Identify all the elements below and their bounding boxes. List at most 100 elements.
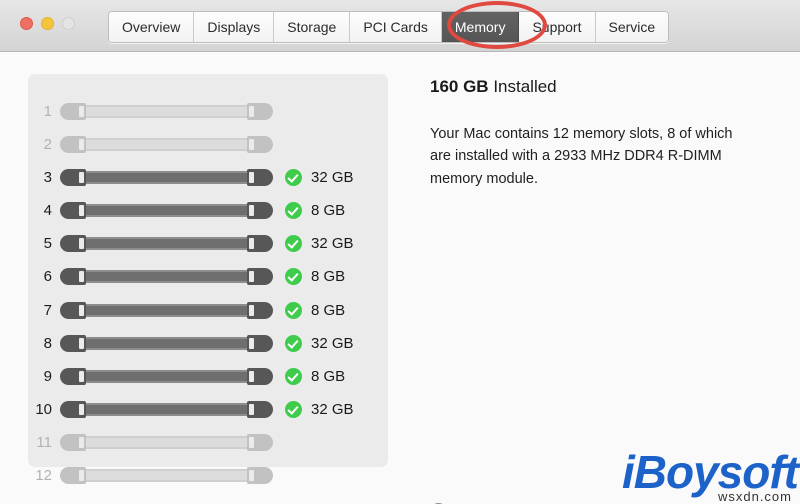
dimm-body xyxy=(85,403,248,416)
memory-slot-status: 8 GB xyxy=(285,268,345,285)
dimm-body xyxy=(85,105,248,118)
memory-slot-row: 68 GB xyxy=(28,260,388,293)
dimm-cap-left xyxy=(60,235,86,252)
memory-slot-number: 4 xyxy=(28,202,60,219)
memory-slot-status: 8 GB xyxy=(285,302,345,319)
memory-module-icon xyxy=(60,235,273,252)
memory-slot-size: 32 GB xyxy=(311,235,354,252)
memory-slot-number: 3 xyxy=(28,169,60,186)
check-circle-icon xyxy=(285,302,302,319)
memory-slot-status: 32 GB xyxy=(285,235,354,252)
dimm-cap-left xyxy=(60,368,86,385)
check-circle-icon xyxy=(285,202,302,219)
window-titlebar: OverviewDisplaysStoragePCI CardsMemorySu… xyxy=(0,0,800,52)
installed-summary: 160 GB Installed xyxy=(430,77,770,97)
dimm-cap-left xyxy=(60,103,86,120)
dimm-cap-left xyxy=(60,136,86,153)
window-controls xyxy=(20,17,75,30)
dimm-cap-left xyxy=(60,202,86,219)
memory-slot-row: 11 xyxy=(28,426,388,459)
memory-slot-row: 2 xyxy=(28,128,388,161)
empty-slot-icon xyxy=(60,467,273,484)
dimm-body xyxy=(85,237,248,250)
memory-slot-size: 8 GB xyxy=(311,368,345,385)
dimm-cap-right xyxy=(247,434,273,451)
check-circle-icon xyxy=(285,401,302,418)
dimm-cap-left xyxy=(60,467,86,484)
dimm-cap-left xyxy=(60,302,86,319)
tab-support[interactable]: Support xyxy=(519,12,595,42)
dimm-cap-right xyxy=(247,302,273,319)
memory-slot-status: 8 GB xyxy=(285,202,345,219)
tab-service[interactable]: Service xyxy=(596,12,669,42)
dimm-cap-right xyxy=(247,235,273,252)
dimm-cap-right xyxy=(247,136,273,153)
dimm-cap-right xyxy=(247,169,273,186)
memory-slot-number: 12 xyxy=(28,467,60,484)
memory-slot-size: 8 GB xyxy=(311,302,345,319)
memory-slot-row: 4 8 GB xyxy=(28,194,388,227)
dimm-cap-right xyxy=(247,268,273,285)
memory-module-icon xyxy=(60,302,273,319)
dimm-cap-left xyxy=(60,268,86,285)
memory-slot-row: 832 GB xyxy=(28,327,388,360)
memory-slot-status: 32 GB xyxy=(285,169,354,186)
system-information-window: OverviewDisplaysStoragePCI CardsMemorySu… xyxy=(0,0,800,504)
memory-slot-number: 11 xyxy=(28,434,60,451)
memory-slot-size: 32 GB xyxy=(311,169,354,186)
memory-slot-size: 8 GB xyxy=(311,268,345,285)
memory-module-icon xyxy=(60,401,273,418)
watermark: iBoysoft wsxdn.com xyxy=(622,449,798,503)
dimm-cap-left xyxy=(60,169,86,186)
dimm-cap-left xyxy=(60,335,86,352)
check-circle-icon xyxy=(285,368,302,385)
memory-slots-panel: 1 2 3 32 GB 4 8 GB 5 32 GB 68 GB 7 8 GB 832 GB98 G… xyxy=(28,74,388,467)
dimm-cap-right xyxy=(247,368,273,385)
check-circle-icon xyxy=(285,268,302,285)
memory-slot-row: 98 GB xyxy=(28,360,388,393)
dimm-body xyxy=(85,171,248,184)
memory-pane: 12332 GB48 GB532 GB68 GB 78 GB832 GB98 G… xyxy=(0,53,800,504)
dimm-body xyxy=(85,337,248,350)
memory-slot-status: 8 GB xyxy=(285,368,345,385)
memory-slot-number: 5 xyxy=(28,235,60,252)
tab-displays[interactable]: Displays xyxy=(194,12,274,42)
memory-slot-size: 32 GB xyxy=(311,335,354,352)
memory-slot-status: 32 GB xyxy=(285,401,354,418)
memory-slot-group-lower: 7 8 GB 832 GB98 GB 10 32 GB 11 12 xyxy=(28,294,388,492)
zoom-button[interactable] xyxy=(62,17,75,30)
memory-slot-row: 12 xyxy=(28,459,388,492)
memory-slot-number: 1 xyxy=(28,103,60,120)
tab-memory[interactable]: Memory xyxy=(442,12,520,42)
memory-description: Your Mac contains 12 memory slots, 8 of … xyxy=(430,123,750,190)
dimm-cap-right xyxy=(247,335,273,352)
memory-info-panel: 160 GB Installed Your Mac contains 12 me… xyxy=(430,77,770,190)
memory-slot-size: 8 GB xyxy=(311,202,345,219)
memory-module-icon xyxy=(60,169,273,186)
memory-slot-status: 32 GB xyxy=(285,335,354,352)
dimm-cap-right xyxy=(247,103,273,120)
dimm-body xyxy=(85,204,248,217)
dimm-cap-right xyxy=(247,467,273,484)
check-circle-icon xyxy=(285,335,302,352)
memory-slot-number: 7 xyxy=(28,302,60,319)
tab-overview[interactable]: Overview xyxy=(109,12,194,42)
memory-slot-number: 2 xyxy=(28,136,60,153)
tab-pci-cards[interactable]: PCI Cards xyxy=(350,12,442,42)
close-button[interactable] xyxy=(20,17,33,30)
dimm-body xyxy=(85,304,248,317)
memory-slot-number: 10 xyxy=(28,401,60,418)
minimize-button[interactable] xyxy=(41,17,54,30)
dimm-cap-right xyxy=(247,202,273,219)
memory-slot-row: 7 8 GB xyxy=(28,294,388,327)
check-circle-icon xyxy=(285,169,302,186)
check-circle-icon xyxy=(285,235,302,252)
empty-slot-icon xyxy=(60,434,273,451)
memory-module-icon xyxy=(60,368,273,385)
dimm-cap-left xyxy=(60,401,86,418)
memory-module-icon xyxy=(60,202,273,219)
memory-slot-size: 32 GB xyxy=(311,401,354,418)
tab-storage[interactable]: Storage xyxy=(274,12,350,42)
dimm-cap-right xyxy=(247,401,273,418)
memory-module-icon xyxy=(60,268,273,285)
